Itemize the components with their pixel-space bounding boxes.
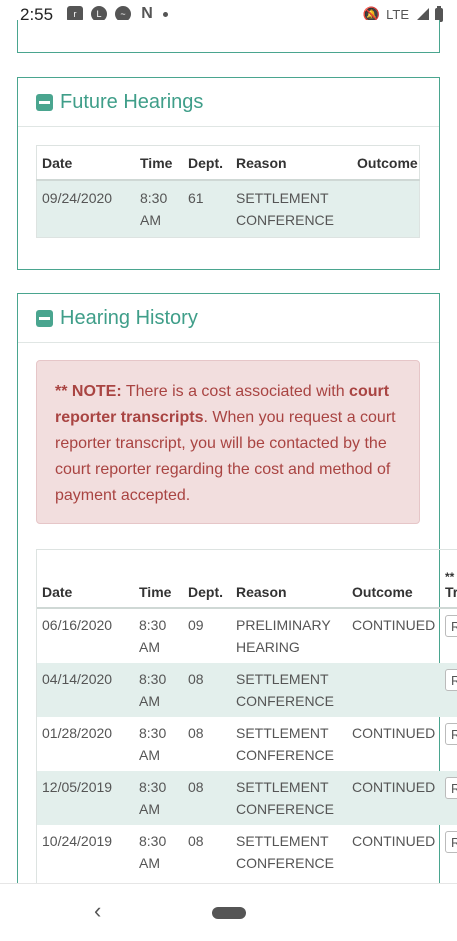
cell-date: 09/24/2020 — [42, 190, 113, 206]
table-row: 06/16/2020 8:30 AM 09 PRELIMINARY HEARIN… — [37, 608, 457, 663]
back-icon[interactable]: ‹ — [94, 898, 101, 924]
column-header-time: Time — [134, 550, 183, 609]
cell-action: R — [440, 771, 457, 825]
cell-time: 8:30 AM — [139, 671, 167, 709]
cell-reason: SETTLEMENT CONFERENCE — [236, 190, 335, 228]
navigation-bar: ‹ — [0, 883, 457, 941]
cell-time: 8:30 AM — [139, 833, 167, 871]
column-header-dept: Dept. — [183, 145, 231, 181]
request-transcript-button[interactable]: R — [445, 669, 457, 691]
table-row: 10/24/2019 8:30 AM 08 SETTLEMENT CONFERE… — [37, 825, 457, 879]
cell-date: 06/16/2020 — [42, 617, 113, 633]
request-transcript-button[interactable]: R — [445, 777, 457, 799]
future-hearings-table: Date Time Dept. Reason Outcome 09/24/202… — [36, 145, 420, 238]
cell-action: R — [440, 608, 457, 663]
table-row: 04/14/2020 8:30 AM 08 SETTLEMENT CONFERE… — [37, 663, 457, 717]
cell-action: R — [440, 717, 457, 771]
note-text: There is a cost associated with — [121, 383, 350, 400]
cell-outcome: CONTINUED — [352, 617, 436, 633]
cell-action: R — [440, 663, 457, 717]
cell-time: 8:30 AM — [139, 617, 167, 655]
column-header-reason: Reason — [231, 145, 352, 181]
cell-dept: 61 — [188, 190, 204, 206]
cell-outcome — [347, 663, 440, 717]
request-transcript-button[interactable]: R — [445, 615, 457, 637]
request-transcript-button[interactable]: R — [445, 723, 457, 745]
more-notifications-dot — [163, 11, 168, 17]
column-header-outcome: Outcome — [347, 550, 440, 609]
cell-reason: SETTLEMENT CONFERENCE — [236, 779, 335, 817]
cell-dept: 08 — [188, 833, 204, 849]
cell-date: 10/24/2019 — [42, 833, 113, 849]
column-header-date: Date — [37, 550, 134, 609]
column-header-date: Date — [36, 145, 135, 181]
note-label: ** NOTE: — [55, 383, 122, 400]
cell-outcome — [352, 180, 420, 238]
column-header-reason: Reason — [231, 550, 347, 609]
collapse-icon[interactable] — [36, 93, 53, 111]
previous-panel — [17, 20, 440, 53]
cell-date: 01/28/2020 — [42, 725, 113, 741]
table-row: 12/05/2019 8:30 AM 08 SETTLEMENT CONFERE… — [37, 771, 457, 825]
home-pill-icon[interactable] — [212, 907, 246, 919]
cell-dept: 08 — [188, 779, 204, 795]
hearing-history-table: Date Time Dept. Reason Outcome **Tra 06/… — [37, 550, 457, 879]
column-header-outcome: Outcome — [352, 145, 420, 181]
future-hearings-header[interactable]: Future Hearings — [18, 78, 439, 127]
collapse-icon[interactable] — [36, 309, 53, 327]
table-header-row: Date Time Dept. Reason Outcome — [36, 145, 420, 181]
cell-date: 12/05/2019 — [42, 779, 113, 795]
hearing-history-panel: Hearing History ** NOTE: There is a cost… — [17, 293, 457, 894]
column-header-transcript: **Tra — [440, 550, 457, 609]
hearing-history-table-scroll[interactable]: Date Time Dept. Reason Outcome **Tra 06/… — [36, 549, 457, 885]
column-header-dept: Dept. — [183, 550, 231, 609]
header-prefix: ** — [445, 570, 455, 584]
cell-outcome: CONTINUED — [352, 725, 436, 741]
cell-reason: SETTLEMENT CONFERENCE — [236, 833, 335, 871]
hearing-history-header[interactable]: Hearing History — [18, 294, 439, 343]
table-row: 09/24/2020 8:30 AM 61 SETTLEMENT CONFERE… — [36, 180, 420, 238]
transcript-cost-note: ** NOTE: There is a cost associated with… — [36, 360, 420, 524]
future-hearings-panel: Future Hearings Date Time Dept. Reason O… — [17, 77, 440, 270]
cell-time: 8:30 AM — [139, 725, 167, 763]
column-header-time: Time — [135, 145, 183, 181]
request-transcript-button[interactable]: R — [445, 831, 457, 853]
cell-time: 8:30 AM — [140, 190, 168, 228]
cell-dept: 08 — [188, 725, 204, 741]
cell-time: 8:30 AM — [139, 779, 167, 817]
table-header-row: Date Time Dept. Reason Outcome **Tra — [37, 550, 457, 609]
cell-reason: SETTLEMENT CONFERENCE — [236, 671, 335, 709]
column-header-transcript-label: Tra — [445, 584, 457, 600]
cell-reason: SETTLEMENT CONFERENCE — [236, 725, 335, 763]
cell-outcome: CONTINUED — [352, 833, 436, 849]
cell-action: R — [440, 825, 457, 879]
cell-date: 04/14/2020 — [42, 671, 113, 687]
cell-outcome: CONTINUED — [352, 779, 436, 795]
future-hearings-title: Future Hearings — [60, 90, 204, 113]
hearing-history-title: Hearing History — [60, 306, 198, 329]
cell-dept: 09 — [188, 617, 204, 633]
table-row: 01/28/2020 8:30 AM 08 SETTLEMENT CONFERE… — [37, 717, 457, 771]
cell-reason: PRELIMINARY HEARING — [236, 617, 331, 655]
cell-dept: 08 — [188, 671, 204, 687]
